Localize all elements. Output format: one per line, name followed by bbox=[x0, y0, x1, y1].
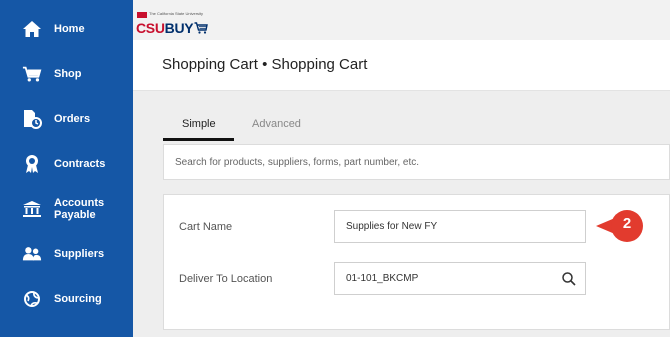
sidebar-item-label: Sourcing bbox=[54, 293, 102, 305]
logo-cart-icon bbox=[194, 22, 209, 34]
home-icon bbox=[22, 19, 42, 39]
sidebar-item-shop[interactable]: Shop bbox=[0, 54, 133, 94]
logo-bar: The California State University CSUBUY bbox=[133, 0, 670, 40]
cart-name-label: Cart Name bbox=[179, 221, 233, 233]
sidebar-item-orders[interactable]: Orders bbox=[0, 99, 133, 139]
search-bar bbox=[163, 144, 670, 180]
callout-number: 2 bbox=[622, 215, 632, 232]
sidebar-item-label: Home bbox=[54, 23, 85, 35]
sidebar-item-accounts-payable[interactable]: Accounts Payable bbox=[0, 189, 133, 229]
sidebar-item-label: Shop bbox=[54, 68, 82, 80]
orders-icon bbox=[22, 109, 42, 129]
cart-name-field[interactable]: Supplies for New FY bbox=[334, 210, 586, 243]
logo-csu: CSU bbox=[136, 20, 165, 36]
sidebar-item-label: Accounts Payable bbox=[54, 197, 105, 221]
deliver-to-value: 01-101_BKCMP bbox=[346, 273, 419, 284]
people-icon bbox=[22, 244, 42, 264]
logo-tag bbox=[137, 12, 147, 18]
page-header: Shopping Cart • Shopping Cart bbox=[133, 40, 670, 91]
tab-simple[interactable]: Simple bbox=[182, 118, 216, 130]
sourcing-icon bbox=[22, 289, 42, 309]
sidebar-item-label: Contracts bbox=[54, 158, 106, 170]
deliver-to-field[interactable]: 01-101_BKCMP bbox=[334, 262, 586, 295]
logo-buy: BUY bbox=[164, 20, 194, 36]
deliver-to-label: Deliver To Location bbox=[179, 273, 273, 285]
tab-advanced[interactable]: Advanced bbox=[252, 118, 301, 130]
sidebar-item-label: Orders bbox=[54, 113, 91, 125]
page-title: Shopping Cart • Shopping Cart bbox=[162, 56, 368, 73]
sidebar-item-contracts[interactable]: Contracts bbox=[0, 144, 133, 184]
sidebar-item-sourcing[interactable]: Sourcing bbox=[0, 279, 133, 319]
bank-icon bbox=[22, 199, 42, 219]
sidebar-item-suppliers[interactable]: Suppliers bbox=[0, 234, 133, 274]
sidebar-item-home[interactable]: Home bbox=[0, 9, 133, 49]
search-icon[interactable] bbox=[561, 271, 577, 287]
logo-wordmark: CSUBUY bbox=[136, 20, 209, 36]
sidebar: Home Shop Orders Contracts Accounts Paya… bbox=[0, 0, 133, 337]
cart-name-value: Supplies for New FY bbox=[346, 221, 438, 232]
sidebar-item-label: Suppliers bbox=[54, 248, 105, 260]
award-icon bbox=[22, 154, 42, 174]
cart-icon bbox=[22, 64, 42, 84]
logo-tagline: The California State University bbox=[149, 11, 204, 16]
search-input[interactable] bbox=[175, 145, 655, 179]
active-tab-indicator bbox=[163, 138, 234, 141]
